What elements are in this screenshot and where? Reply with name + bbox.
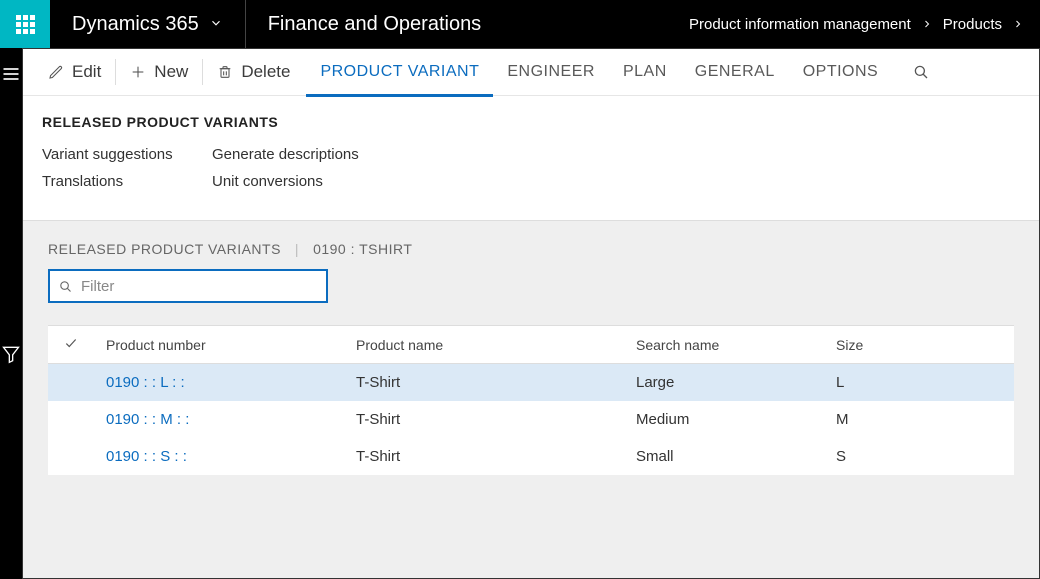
table-row[interactable]: 0190 : : L : :T-ShirtLargeL (48, 364, 1014, 402)
tab-general[interactable]: GENERAL (681, 48, 789, 96)
tab-options[interactable]: OPTIONS (789, 48, 893, 96)
divider (115, 59, 116, 85)
section-title: RELEASED PRODUCT VARIANTS (42, 114, 1020, 130)
separator: | (295, 241, 299, 257)
waffle-icon (16, 15, 35, 34)
actionpane-search[interactable] (912, 63, 930, 81)
edit-label: Edit (72, 62, 101, 82)
top-nav: Dynamics 365 Finance and Operations Prod… (0, 0, 1040, 48)
link-translations[interactable]: Translations (42, 173, 202, 190)
cell-product-number[interactable]: 0190 : : S : : (94, 438, 344, 475)
cell-product-name[interactable]: T-Shirt (344, 401, 624, 438)
chevron-right-icon (1012, 18, 1024, 30)
row-selector[interactable] (48, 438, 94, 475)
tab-plan[interactable]: PLAN (609, 48, 681, 96)
module-label: Finance and Operations (268, 13, 481, 36)
breadcrumb: Product information management Products (673, 0, 1040, 48)
cell-product-number[interactable]: 0190 : : M : : (94, 401, 344, 438)
tab-engineer[interactable]: ENGINEER (493, 48, 609, 96)
quick-filter-input[interactable] (81, 278, 318, 295)
new-label: New (154, 62, 188, 82)
cell-size[interactable]: S (824, 438, 1014, 475)
trash-icon (217, 64, 233, 80)
tab-product-variant[interactable]: PRODUCT VARIANT (306, 48, 493, 96)
select-all-column[interactable] (48, 326, 94, 364)
action-pane-tabs: PRODUCT VARIANT ENGINEER PLAN GENERAL OP… (306, 48, 892, 96)
cell-product-name[interactable]: T-Shirt (344, 364, 624, 402)
app-name-dropdown[interactable]: Dynamics 365 (50, 0, 245, 48)
link-variant-suggestions[interactable]: Variant suggestions (42, 146, 202, 163)
check-icon (64, 337, 78, 353)
chevron-right-icon (921, 18, 933, 30)
filter-pane-toggle[interactable] (0, 344, 22, 364)
col-product-number[interactable]: Product number (94, 326, 344, 364)
row-selector[interactable] (48, 364, 94, 402)
table-row[interactable]: 0190 : : S : :T-ShirtSmallS (48, 438, 1014, 475)
chevron-down-icon (209, 13, 223, 36)
link-unit-conversions[interactable]: Unit conversions (212, 173, 412, 190)
breadcrumb-level1[interactable]: Product information management (689, 16, 911, 33)
divider (202, 59, 203, 85)
delete-button[interactable]: Delete (205, 48, 302, 96)
hamburger-menu[interactable] (0, 64, 22, 84)
cell-search-name[interactable]: Medium (624, 401, 824, 438)
context-title: RELEASED PRODUCT VARIANTS (48, 241, 281, 257)
grid-area: RELEASED PRODUCT VARIANTS | 0190 : TSHIR… (22, 220, 1040, 579)
section-header: RELEASED PRODUCT VARIANTS (22, 96, 1040, 136)
col-search-name[interactable]: Search name (624, 326, 824, 364)
cell-size[interactable]: L (824, 364, 1014, 402)
module-name[interactable]: Finance and Operations (246, 0, 503, 48)
app-name: Dynamics 365 (72, 13, 199, 36)
cell-product-name[interactable]: T-Shirt (344, 438, 624, 475)
row-selector[interactable] (48, 401, 94, 438)
new-button[interactable]: New (118, 48, 200, 96)
context-row: RELEASED PRODUCT VARIANTS | 0190 : TSHIR… (48, 241, 1014, 257)
action-pane: Edit New Delete PRODUCT VARIANT ENGINEER… (22, 48, 1040, 96)
search-icon (912, 63, 930, 81)
link-generate-descriptions[interactable]: Generate descriptions (212, 146, 412, 163)
search-icon (58, 279, 73, 294)
table-row[interactable]: 0190 : : M : :T-ShirtMediumM (48, 401, 1014, 438)
quick-filter[interactable] (48, 269, 328, 303)
context-record: 0190 : TSHIRT (313, 241, 412, 257)
breadcrumb-level2[interactable]: Products (943, 16, 1002, 33)
col-product-name[interactable]: Product name (344, 326, 624, 364)
delete-label: Delete (241, 62, 290, 82)
main-content: Edit New Delete PRODUCT VARIANT ENGINEER… (22, 48, 1040, 579)
left-rail (0, 48, 22, 579)
cell-product-number[interactable]: 0190 : : L : : (94, 364, 344, 402)
grid-header-row: Product number Product name Search name … (48, 326, 1014, 364)
grid: Product number Product name Search name … (48, 325, 1014, 475)
col-size[interactable]: Size (824, 326, 1014, 364)
cell-search-name[interactable]: Large (624, 364, 824, 402)
edit-button[interactable]: Edit (36, 48, 113, 96)
cell-search-name[interactable]: Small (624, 438, 824, 475)
section-links: Variant suggestions Generate description… (22, 136, 1040, 220)
plus-icon (130, 64, 146, 80)
cell-size[interactable]: M (824, 401, 1014, 438)
app-launcher[interactable] (0, 0, 50, 48)
pencil-icon (48, 64, 64, 80)
